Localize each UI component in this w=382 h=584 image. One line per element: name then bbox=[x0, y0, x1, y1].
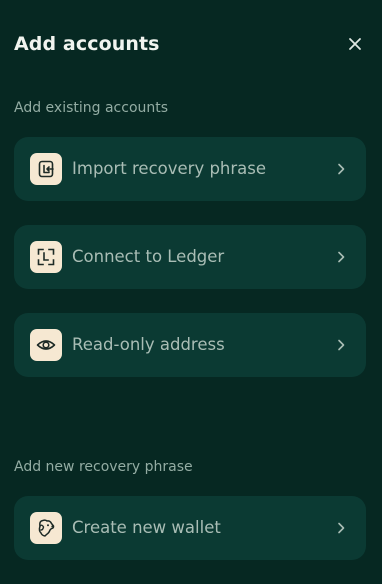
chevron-right-icon bbox=[338, 251, 345, 263]
create-new-wallet-button[interactable]: Create new wallet bbox=[14, 496, 366, 560]
row-label-import: Import recovery phrase bbox=[72, 159, 267, 178]
chevron-right-icon bbox=[338, 522, 345, 534]
section-label-existing: Add existing accounts bbox=[14, 100, 169, 116]
import-recovery-phrase-button[interactable]: Import recovery phrase bbox=[14, 137, 366, 201]
connect-to-ledger-button[interactable]: Connect to Ledger bbox=[14, 225, 366, 289]
import-icon bbox=[30, 153, 62, 185]
read-only-address-button[interactable]: Read-only address bbox=[14, 313, 366, 377]
row-label-create-wallet: Create new wallet bbox=[72, 518, 221, 537]
row-label-ledger: Connect to Ledger bbox=[72, 247, 225, 266]
section-label-new: Add new recovery phrase bbox=[14, 459, 193, 475]
header: Add accounts bbox=[14, 30, 368, 58]
row-label-read-only: Read-only address bbox=[72, 335, 225, 354]
page-title: Add accounts bbox=[14, 33, 160, 55]
close-icon[interactable] bbox=[346, 35, 364, 53]
chevron-right-icon bbox=[338, 339, 345, 351]
eye-icon bbox=[30, 329, 62, 361]
dog-icon bbox=[30, 512, 62, 544]
ledger-icon bbox=[30, 241, 62, 273]
chevron-right-icon bbox=[338, 163, 345, 175]
